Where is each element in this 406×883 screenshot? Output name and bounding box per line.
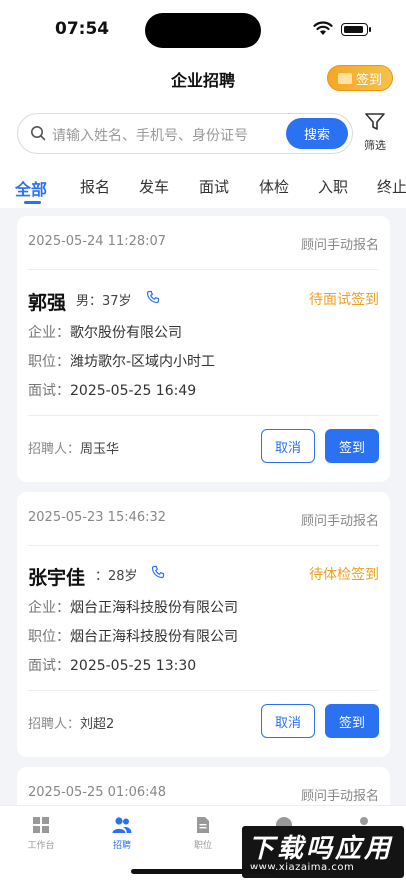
nav-item-positions[interactable]: 职位 (173, 816, 233, 851)
candidate-name: 张宇佳 (28, 567, 86, 589)
phone-icon[interactable] (146, 290, 160, 304)
position-row: 职位：潍坊歌尔-区域内小时工 (28, 351, 215, 371)
filter-label: 筛选 (364, 139, 386, 152)
tab-departure[interactable]: 发车 (139, 176, 169, 197)
position-row: 职位：烟台正海科技股份有限公司 (28, 626, 238, 646)
position-value: 烟台正海科技股份有限公司 (70, 629, 238, 645)
checkin-button[interactable]: 签到 (327, 65, 393, 91)
tab-active-indicator (24, 201, 41, 204)
search-button[interactable]: 搜索 (286, 118, 348, 149)
tab-interview[interactable]: 面试 (199, 176, 229, 197)
tab-signup[interactable]: 报名 (80, 176, 110, 197)
nav-label: 职位 (193, 841, 212, 851)
company-row: 企业：歌尔股份有限公司 (28, 322, 182, 342)
card-divider (28, 545, 379, 546)
tab-all[interactable]: 全部 (15, 176, 47, 200)
nav-bar: 企业招聘 签到 (0, 58, 406, 98)
card-date: 2025-05-25 01:06:48 (28, 785, 167, 800)
status-tabs: 全部 报名 发车 面试 体检 入职 终止 (0, 166, 406, 208)
card-source: 顾问手动报名 (300, 789, 379, 804)
search-placeholder: 请输入姓名、手机号、身份证号 (52, 128, 248, 144)
grid-icon (33, 817, 49, 833)
card-source: 顾问手动报名 (300, 514, 379, 529)
nav-item-recruit[interactable]: 招聘 (92, 816, 152, 851)
status-badge: 待体检签到 (309, 567, 379, 583)
card-divider (28, 690, 379, 691)
company-row: 企业：烟台正海科技股份有限公司 (28, 597, 238, 617)
tab-terminated[interactable]: 终止 (377, 176, 406, 197)
sign-button[interactable]: 签到 (325, 704, 379, 738)
position-label: 职位： (28, 354, 70, 370)
card-divider (28, 415, 379, 416)
document-icon (197, 817, 209, 833)
candidate-meta: 男：37岁 (76, 294, 132, 309)
search-row: 请输入姓名、手机号、身份证号 搜索 筛选 (0, 98, 406, 166)
recruiter-label: 招聘人： (28, 442, 81, 457)
company-label: 企业： (28, 325, 70, 341)
recruiter-value: 刘超2 (80, 717, 115, 732)
wifi-icon (313, 21, 333, 35)
tab-medical[interactable]: 体检 (259, 176, 289, 197)
interview-row: 面试：2025-05-25 16:49 (28, 380, 196, 400)
company-label: 企业： (28, 600, 70, 616)
interview-label: 面试： (28, 658, 70, 674)
ticket-icon (337, 72, 352, 84)
candidate-name: 郭强 (28, 292, 67, 314)
candidate-card[interactable]: 2025-05-23 15:46:32 顾问手动报名 张宇佳 ：28岁 待体检签… (17, 492, 390, 757)
candidate-card[interactable]: 2025-05-24 11:28:07 顾问手动报名 郭强 男：37岁 待面试签… (17, 216, 390, 482)
users-icon (112, 817, 132, 833)
recruiter-label: 招聘人： (28, 717, 81, 732)
filter-icon (365, 113, 385, 130)
watermark-title: 下载吗应用 (248, 834, 394, 864)
sign-button[interactable]: 签到 (325, 429, 379, 463)
search-icon (31, 126, 46, 141)
card-date: 2025-05-23 15:46:32 (28, 510, 167, 525)
card-divider (28, 269, 379, 270)
status-badge: 待面试签到 (309, 292, 379, 308)
position-label: 职位： (28, 629, 70, 645)
card-date: 2025-05-24 11:28:07 (28, 234, 167, 249)
nav-item-workbench[interactable]: 工作台 (11, 816, 71, 851)
interview-row: 面试：2025-05-25 13:30 (28, 655, 196, 675)
company-value: 烟台正海科技股份有限公司 (70, 600, 238, 616)
recruiter-value: 周玉华 (80, 442, 120, 457)
checkin-label: 签到 (355, 72, 382, 88)
dynamic-island (145, 13, 261, 48)
interview-label: 面试： (28, 383, 70, 399)
cancel-button[interactable]: 取消 (261, 429, 315, 463)
company-value: 歌尔股份有限公司 (70, 325, 182, 341)
phone-icon[interactable] (151, 565, 165, 579)
card-source: 顾问手动报名 (300, 238, 379, 253)
position-value: 潍坊歌尔-区域内小时工 (70, 354, 216, 370)
filter-button[interactable]: 筛选 (360, 112, 390, 153)
recruiter-row: 招聘人：周玉华 (28, 438, 119, 457)
recruiter-row: 招聘人：刘超2 (28, 713, 114, 732)
home-indicator (131, 869, 275, 874)
cancel-button[interactable]: 取消 (261, 704, 315, 738)
interview-value: 2025-05-25 13:30 (70, 658, 197, 674)
search-input[interactable]: 请输入姓名、手机号、身份证号 搜索 (17, 113, 353, 154)
battery-icon (341, 23, 371, 36)
status-time: 07:54 (55, 19, 110, 39)
status-bar: 07:54 (0, 0, 406, 58)
candidate-meta: ：28岁 (95, 569, 138, 584)
nav-label: 工作台 (27, 841, 55, 851)
nav-label: 招聘 (112, 841, 131, 851)
interview-value: 2025-05-25 16:49 (70, 383, 197, 399)
tab-onboard[interactable]: 入职 (318, 176, 348, 197)
